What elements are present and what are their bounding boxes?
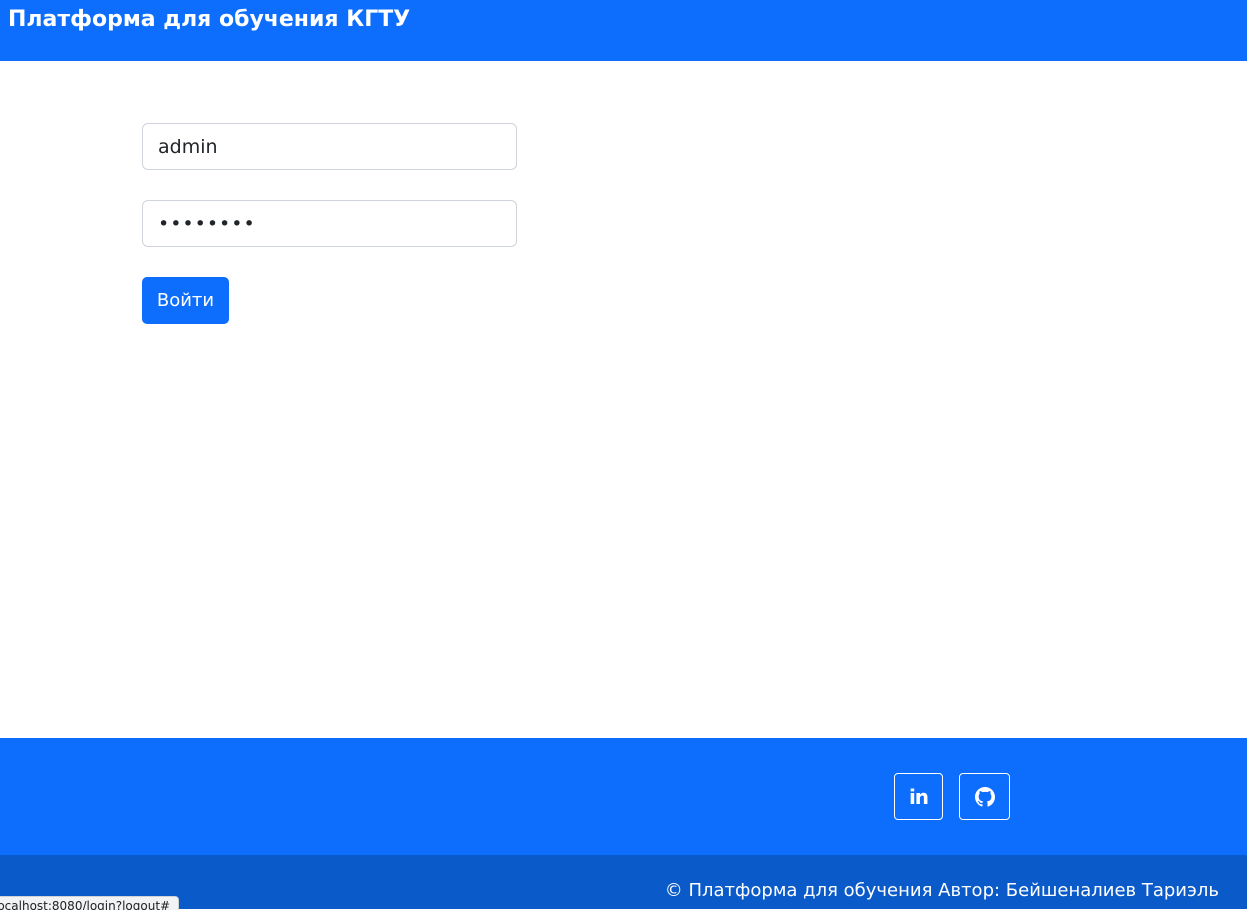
login-button[interactable]: Войти [142,277,229,324]
password-input[interactable] [142,200,517,247]
copyright-text: © Платформа для обучения Автор: Бейшенал… [664,880,1219,901]
footer: in © Платформа для обучения Автор: Бейше… [0,738,1247,909]
copyright-bar: © Платформа для обучения Автор: Бейшенал… [0,855,1247,909]
navbar-brand[interactable]: Платформа для обучения КГТУ [8,5,410,35]
top-navbar: Платформа для обучения КГТУ [0,0,1247,61]
linkedin-icon: in [908,784,929,809]
linkedin-button[interactable]: in [894,773,943,820]
github-button[interactable] [959,773,1010,820]
status-bar-url: localhost:8080/login?logout# [0,896,180,910]
username-input[interactable] [142,123,517,170]
github-icon [974,786,995,807]
